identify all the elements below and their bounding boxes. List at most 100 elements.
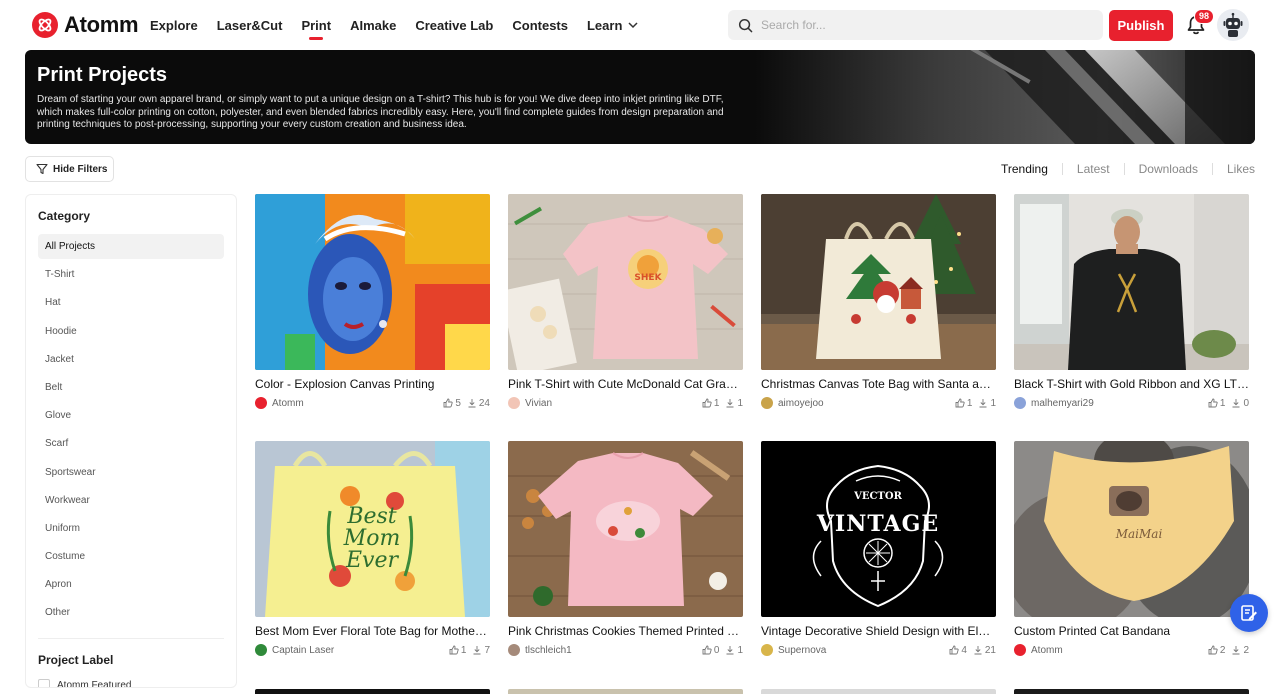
like-icon [449, 645, 459, 655]
author-avatar[interactable] [255, 397, 267, 409]
category-uniform[interactable]: Uniform [38, 516, 224, 541]
top-navigation-bar: Atomm Explore Laser&Cut Print AImake Cre… [0, 0, 1280, 50]
downloads-stat: 1 [725, 398, 743, 409]
author-name[interactable]: Captain Laser [272, 645, 443, 656]
nav-laser-cut[interactable]: Laser&Cut [217, 0, 283, 50]
author-avatar[interactable] [508, 644, 520, 656]
author-avatar[interactable] [255, 644, 267, 656]
project-meta: Atomm 2 2 [1014, 643, 1249, 657]
vintage-top-text: VECTOR [853, 491, 902, 502]
downloads-stat: 7 [472, 645, 490, 656]
likes-count: 1 [966, 397, 973, 409]
likes-count: 1 [460, 644, 467, 656]
label-atomm-featured[interactable]: Atomm Featured [38, 679, 131, 687]
project-thumbnail[interactable] [508, 441, 743, 617]
likes-count: 1 [713, 397, 720, 409]
search-bar[interactable] [728, 10, 1103, 40]
project-card[interactable]: Black T-Shirt with Gold Ribbon and XG LT… [1014, 194, 1249, 410]
author-name[interactable]: Supernova [778, 645, 943, 656]
author-name[interactable]: Vivian [525, 398, 696, 409]
author-name[interactable]: Atomm [1031, 645, 1202, 656]
project-thumbnail[interactable]: SHEK [508, 194, 743, 370]
project-meta: tlschleich1 0 1 [508, 643, 743, 657]
category-costume[interactable]: Costume [38, 544, 224, 569]
publish-button[interactable]: Publish [1109, 10, 1173, 41]
category-jacket[interactable]: Jacket [38, 347, 224, 372]
featured-checkbox[interactable] [38, 679, 50, 687]
project-title[interactable]: Black T-Shirt with Gold Ribbon and XG LT… [1014, 377, 1249, 391]
project-card[interactable]: Christmas Canvas Tote Bag with Santa and… [761, 194, 996, 410]
downloads-count: 24 [478, 397, 490, 409]
project-title[interactable]: Pink T-Shirt with Cute McDonald Cat Grap… [508, 377, 743, 391]
author-name[interactable]: aimoyejoo [778, 398, 949, 409]
nav-print[interactable]: Print [301, 0, 331, 50]
download-icon [974, 646, 982, 655]
category-other[interactable]: Other [38, 600, 224, 625]
next-row-thumbnail[interactable] [508, 689, 743, 694]
search-input[interactable] [761, 18, 1081, 32]
likes-stat: 5 [443, 398, 461, 409]
likes-count: 4 [961, 644, 967, 656]
category-workwear[interactable]: Workwear [38, 488, 224, 513]
author-name[interactable]: Atomm [272, 398, 437, 409]
sort-downloads[interactable]: Downloads [1139, 162, 1198, 176]
downloads-count: 21 [984, 644, 996, 656]
project-thumbnail[interactable]: Best Mom Ever [255, 441, 490, 617]
project-thumbnail[interactable] [1014, 194, 1249, 370]
next-row-thumbnail[interactable] [761, 689, 996, 694]
project-title[interactable]: Color - Explosion Canvas Printing [255, 377, 490, 391]
hide-filters-button[interactable]: Hide Filters [25, 156, 114, 182]
project-card[interactable]: MaiMai Custom Printed Cat Bandana Atomm … [1014, 441, 1249, 657]
downloads-stat: 1 [725, 645, 743, 656]
sort-latest[interactable]: Latest [1077, 162, 1110, 176]
project-thumbnail[interactable]: VECTOR VINTAGE [761, 441, 996, 617]
sidebar-divider [38, 638, 224, 639]
nav-aimake[interactable]: AImake [350, 0, 396, 50]
project-title[interactable]: Christmas Canvas Tote Bag with Santa and… [761, 377, 996, 391]
author-avatar[interactable] [1014, 397, 1026, 409]
author-avatar[interactable] [1014, 644, 1026, 656]
create-post-fab[interactable] [1230, 594, 1268, 632]
category-glove[interactable]: Glove [38, 403, 224, 428]
project-card[interactable]: SHEK Pink T-Shirt with Cute McDonald Cat… [508, 194, 743, 410]
project-title[interactable]: Custom Printed Cat Bandana [1014, 624, 1249, 638]
project-card[interactable]: Color - Explosion Canvas Printing Atomm … [255, 194, 490, 410]
next-row-thumbnail[interactable] [255, 689, 490, 694]
category-scarf[interactable]: Scarf [38, 431, 224, 456]
main-nav: Explore Laser&Cut Print AImake Creative … [150, 0, 658, 50]
downloads-count: 2 [1243, 644, 1249, 656]
author-avatar[interactable] [761, 644, 773, 656]
author-avatar[interactable] [761, 397, 773, 409]
category-t-shirt[interactable]: T-Shirt [38, 262, 224, 287]
project-card[interactable]: Best Mom Ever Best Mom Ever Floral Tote … [255, 441, 490, 657]
author-name[interactable]: malhemyari29 [1031, 398, 1202, 409]
project-title[interactable]: Pink Christmas Cookies Themed Printed T-… [508, 624, 743, 638]
project-title[interactable]: Best Mom Ever Floral Tote Bag for Mother… [255, 624, 490, 638]
category-belt[interactable]: Belt [38, 375, 224, 400]
nav-learn[interactable]: Learn [587, 0, 639, 50]
project-card[interactable]: VECTOR VINTAGE Vintage Decorative Shield… [761, 441, 996, 657]
project-thumbnail[interactable] [761, 194, 996, 370]
user-avatar[interactable] [1217, 9, 1249, 41]
next-row-thumbnail[interactable] [1014, 689, 1249, 694]
sort-likes[interactable]: Likes [1227, 162, 1255, 176]
category-sportswear[interactable]: Sportswear [38, 460, 224, 485]
project-card[interactable]: Pink Christmas Cookies Themed Printed T-… [508, 441, 743, 657]
category-all-projects[interactable]: All Projects [38, 234, 224, 259]
category-hat[interactable]: Hat [38, 290, 224, 315]
edit-document-icon [1241, 605, 1257, 621]
nav-explore[interactable]: Explore [150, 0, 198, 50]
atomm-logo[interactable]: Atomm [32, 12, 139, 38]
project-thumbnail[interactable] [255, 194, 490, 370]
nav-contests[interactable]: Contests [512, 0, 568, 50]
author-avatar[interactable] [508, 397, 520, 409]
nav-creative-lab[interactable]: Creative Lab [415, 0, 493, 50]
category-apron[interactable]: Apron [38, 572, 224, 597]
author-name[interactable]: tlschleich1 [525, 645, 696, 656]
hide-filters-label: Hide Filters [53, 163, 108, 175]
like-icon [1208, 645, 1218, 655]
category-hoodie[interactable]: Hoodie [38, 319, 224, 344]
project-thumbnail[interactable]: MaiMai [1014, 441, 1249, 617]
sort-trending[interactable]: Trending [1001, 162, 1048, 176]
project-title[interactable]: Vintage Decorative Shield Design with El… [761, 624, 996, 638]
